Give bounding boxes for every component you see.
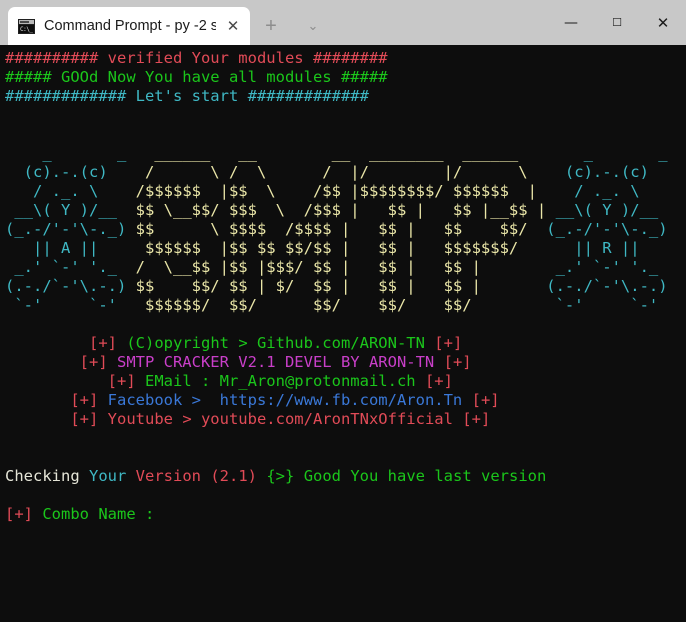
ascii-smtp-logo: ______ __ __ ________ ______ xyxy=(135,144,547,162)
ascii-banner: _ _ ______ __ __ ________ ______ _ _ (c)… xyxy=(5,144,686,315)
ascii-banner-row: _ _ ______ __ __ ________ ______ _ _ xyxy=(5,144,686,163)
ascii-smtp-logo: /$$$$$$ |$$ \ /$$ |$$$$$$$$/ $$$$$$ | xyxy=(135,182,547,200)
facebook-line-bracket-right: [+] xyxy=(471,391,500,409)
ascii-cat-left: `-' `-' xyxy=(5,296,136,314)
ascii-smtp-logo: $$$$$$ |$$ $$ $$/$$ | $$ | $$$$$$$/ xyxy=(135,239,547,257)
close-tab-icon[interactable]: ✕ xyxy=(216,7,250,45)
title-line-text: SMTP CRACKER V2.1 DEVEL BY ARON-TN xyxy=(107,353,444,371)
ascii-cat-right: / ._. \ xyxy=(546,182,640,200)
window-controls: — ☐ ✕ xyxy=(548,0,686,45)
ascii-cat-right: _.' `-' '._ xyxy=(546,258,659,276)
title-line-bracket-left: [+] xyxy=(79,353,108,371)
version-marker: {>} xyxy=(266,467,295,485)
ascii-cat-right: (c).-.(c) xyxy=(546,163,649,181)
email-line-bracket-right: [+] xyxy=(424,372,453,390)
facebook-line: [+] Facebook > https://www.fb.com/Aron.T… xyxy=(5,391,686,410)
cmd-icon-prompt-text: C:\_ xyxy=(19,24,34,33)
cmd-console-icon: C:\_ xyxy=(18,18,35,34)
ascii-banner-row: (c).-.(c) / \ / \ / |/ |/ \ (c).-.(c) xyxy=(5,163,686,182)
title-bar: C:\_ Command Prompt - py -2 smtp ✕ + ⌄ —… xyxy=(0,0,686,45)
facebook-line-text: Facebook > https://www.fb.com/Aron.Tn xyxy=(98,391,472,409)
title-line-bracket-right: [+] xyxy=(443,353,472,371)
ascii-smtp-logo: $$ $$/ $$ | $/ $$ | $$ | $$ | xyxy=(135,277,547,295)
minimize-button[interactable]: — xyxy=(548,0,594,45)
copyright-line-text: (C)opyright > Github.com/ARON-TN xyxy=(117,334,435,352)
ascii-cat-left: (_.-/'-'\-._) xyxy=(5,220,136,238)
ascii-cat-left: _.' `-' '._ xyxy=(5,258,136,276)
ascii-banner-row: __\( Y )/__ $$ \__$$/ $$$ \ /$$$ | $$ | … xyxy=(5,201,686,220)
terminal-window: C:\_ Command Prompt - py -2 smtp ✕ + ⌄ —… xyxy=(0,0,686,622)
tab-title: Command Prompt - py -2 smtp xyxy=(44,18,216,34)
youtube-line-bracket-left: [+] xyxy=(70,410,99,428)
ascii-smtp-logo: $$ \ $$$$ /$$$$ | $$ | $$ $$/ xyxy=(135,220,547,238)
version-your-word: Your xyxy=(89,467,127,485)
youtube-line-bracket-right: [+] xyxy=(462,410,491,428)
version-check-line: Checking Your Version (2.1) {>} Good You… xyxy=(5,467,686,486)
ascii-cat-right: __\( Y )/__ xyxy=(546,201,659,219)
close-window-button[interactable]: ✕ xyxy=(640,0,686,45)
ascii-banner-row: || A || $$$$$$ |$$ $$ $$/$$ | $$ | $$$$$… xyxy=(5,239,686,258)
tab-command-prompt[interactable]: C:\_ Command Prompt - py -2 smtp ✕ xyxy=(8,7,250,45)
prompt-bracket: [+] xyxy=(5,505,33,523)
ascii-cat-left: __\( Y )/__ xyxy=(5,201,136,219)
ascii-smtp-logo: $$ \__$$/ $$$ \ /$$$ | $$ | $$ |__$$ | xyxy=(135,201,547,219)
ascii-cat-left: (.-./`-'\.-.) xyxy=(5,277,136,295)
ascii-cat-right: (.-./`-'\.-.) xyxy=(546,277,668,295)
ascii-banner-row: (.-./`-'\.-.) $$ $$/ $$ | $/ $$ | $$ | $… xyxy=(5,277,686,296)
ascii-smtp-logo: / \ / \ / |/ |/ \ xyxy=(135,163,547,181)
ascii-cat-right: `-' `-' xyxy=(546,296,659,314)
ascii-cat-left: (c).-.(c) xyxy=(5,163,136,181)
copyright-line: [+] (C)opyright > Github.com/ARON-TN [+] xyxy=(5,334,686,353)
ascii-banner-row: _.' `-' '._ / \__$$ |$$ |$$$/ $$ | $$ | … xyxy=(5,258,686,277)
maximize-button[interactable]: ☐ xyxy=(594,0,640,45)
header-line-verified: ########## verified Your modules #######… xyxy=(5,49,388,67)
combo-name-label: Combo Name : xyxy=(42,505,155,523)
facebook-line-bracket-left: [+] xyxy=(70,391,99,409)
copyright-line-bracket-left: [+] xyxy=(89,334,117,352)
ascii-cat-right: || R || xyxy=(546,239,640,257)
email-line-text: EMail : Mr_Aron@protonmail.ch xyxy=(135,372,425,390)
ascii-cat-left: / ._. \ xyxy=(5,182,136,200)
tab-strip: C:\_ Command Prompt - py -2 smtp ✕ + ⌄ xyxy=(0,0,548,45)
copyright-line-bracket-right: [+] xyxy=(434,334,463,352)
ascii-cat-right: _ _ xyxy=(546,144,668,162)
combo-name-prompt[interactable]: [+] Combo Name : xyxy=(5,505,686,524)
version-checking-word: Checking xyxy=(5,467,80,485)
version-status: Good You have last version xyxy=(303,467,547,485)
chevron-down-icon[interactable]: ⌄ xyxy=(292,7,334,45)
ascii-cat-left: || A || xyxy=(5,239,136,257)
title-line: [+] SMTP CRACKER V2.1 DEVEL BY ARON-TN [… xyxy=(5,353,686,372)
new-tab-button[interactable]: + xyxy=(250,7,292,45)
terminal-output[interactable]: ########## verified Your modules #######… xyxy=(0,45,686,622)
ascii-cat-right: (_.-/'-'\-._) xyxy=(546,220,668,238)
version-number: Version (2.1) xyxy=(135,467,257,485)
email-line: [+] EMail : Mr_Aron@protonmail.ch [+] xyxy=(5,372,686,391)
ascii-banner-row: / ._. \ /$$$$$$ |$$ \ /$$ |$$$$$$$$/ $$$… xyxy=(5,182,686,201)
ascii-banner-row: `-' `-' $$$$$$/ $$/ $$/ $$/ $$/ `-' `-' xyxy=(5,296,686,315)
credits-block: [+] (C)opyright > Github.com/ARON-TN [+]… xyxy=(5,334,686,429)
youtube-line: [+] Youtube > youtube.com/AronTNxOfficia… xyxy=(5,410,686,429)
header-line-good: ##### GOOd Now You have all modules ####… xyxy=(5,68,388,86)
email-line-bracket-left: [+] xyxy=(107,372,136,390)
youtube-line-text: Youtube > youtube.com/AronTNxOfficial xyxy=(98,410,463,428)
ascii-banner-row: (_.-/'-'\-._) $$ \ $$$$ /$$$$ | $$ | $$ … xyxy=(5,220,686,239)
ascii-cat-left: _ _ xyxy=(5,144,136,162)
ascii-smtp-logo: $$$$$$/ $$/ $$/ $$/ $$/ xyxy=(135,296,547,314)
header-line-start: ############# Let's start ############# xyxy=(5,87,369,105)
ascii-smtp-logo: / \__$$ |$$ |$$$/ $$ | $$ | $$ | xyxy=(135,258,547,276)
